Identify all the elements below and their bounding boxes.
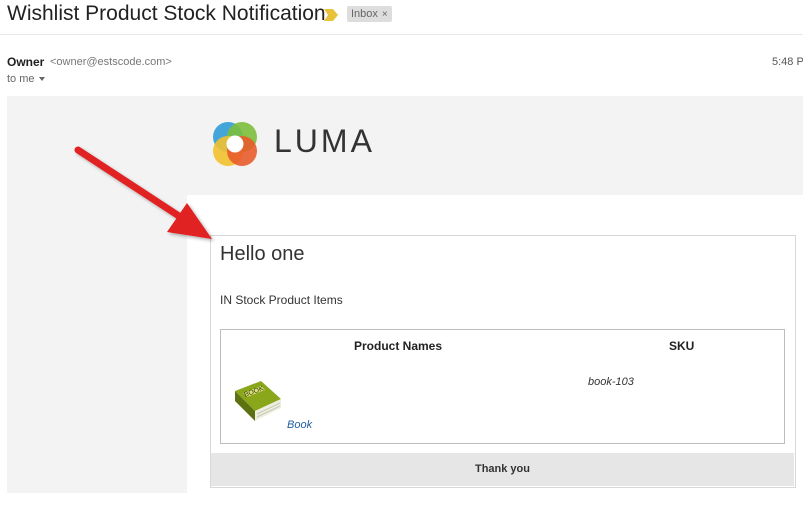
inbox-label[interactable]: Inbox × [347,6,392,22]
red-arrow-annotation [74,146,212,239]
section-title: IN Stock Product Items [220,293,343,307]
remove-label-icon[interactable]: × [382,9,388,20]
book-product-image[interactable]: BOOK [231,377,285,425]
sender-name[interactable]: Owner [7,55,44,69]
importance-marker-icon[interactable] [324,9,338,21]
column-header-product-names: Product Names [354,339,443,353]
greeting: Hello one [220,243,305,265]
column-header-sku: SKU [669,339,695,353]
product-link-book[interactable]: Book [287,419,312,431]
recipient-details[interactable]: to me [7,73,45,85]
subject-bar: Wishlist Product Stock Notification Inbo… [0,0,803,35]
footer-bar: Thank you [211,453,794,486]
footer-text: Thank you [474,463,530,475]
email-subject: Wishlist Product Stock Notification [7,2,326,25]
inbox-label-text: Inbox [351,8,378,20]
chevron-down-icon[interactable] [38,77,45,82]
brand-name: LUMA [274,123,375,159]
sku-value: book-103 [588,376,634,388]
recipient-text: to me [7,73,35,85]
message-time: 5:48 P [772,56,803,68]
sender-email: <owner@estscode.com> [50,56,172,68]
